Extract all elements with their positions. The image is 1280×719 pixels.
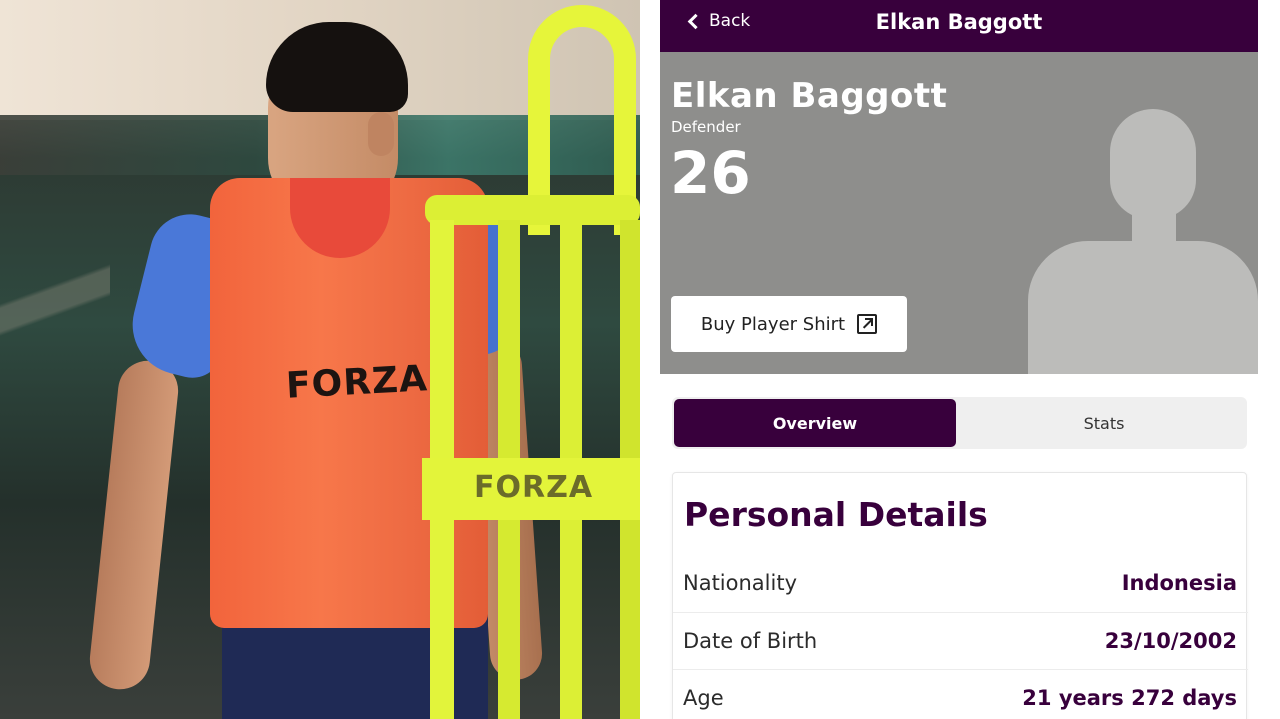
player-silhouette-icon — [1028, 109, 1258, 374]
player-ear — [368, 112, 394, 156]
section-title: Personal Details — [684, 495, 988, 534]
silhouette-body — [1028, 241, 1258, 374]
tab-stats[interactable]: Stats — [963, 399, 1245, 447]
detail-label: Date of Birth — [683, 629, 818, 653]
detail-row-age: Age 21 years 272 days — [673, 669, 1248, 719]
mannequin-brand-text: FORZA — [474, 470, 594, 505]
buy-shirt-label: Buy Player Shirt — [700, 313, 846, 335]
player-profile-app: Back Elkan Baggott Elkan Baggott Defende… — [640, 0, 1280, 719]
tab-overview[interactable]: Overview — [674, 399, 956, 447]
bib-brand-text: FORZA — [285, 358, 429, 407]
detail-label: Age — [683, 686, 724, 710]
top-bar: Back Elkan Baggott — [660, 0, 1258, 52]
detail-row-nationality: Nationality Indonesia — [673, 555, 1248, 612]
detail-row-date-of-birth: Date of Birth 23/10/2002 — [673, 612, 1248, 669]
player-training-photo: FORZA FORZA — [0, 0, 640, 719]
profile-tabs: Overview Stats — [672, 397, 1247, 449]
mannequin-crossbar — [425, 195, 640, 225]
personal-details-card: Personal Details Nationality Indonesia D… — [672, 472, 1248, 719]
player-name: Elkan Baggott — [671, 76, 948, 116]
detail-value: 23/10/2002 — [1104, 629, 1237, 653]
player-hero: Elkan Baggott Defender 26 Buy Player Shi… — [660, 52, 1258, 374]
player-number: 26 — [670, 139, 751, 207]
detail-value: Indonesia — [1121, 571, 1237, 595]
detail-value: 21 years 272 days — [1022, 686, 1237, 710]
silhouette-head — [1110, 109, 1196, 219]
page-title: Elkan Baggott — [875, 10, 1043, 34]
detail-label: Nationality — [683, 571, 798, 595]
external-link-icon — [857, 314, 878, 334]
player-position: Defender — [671, 118, 741, 136]
buy-player-shirt-button[interactable]: Buy Player Shirt — [671, 296, 907, 352]
photo-background-pole — [0, 120, 110, 540]
